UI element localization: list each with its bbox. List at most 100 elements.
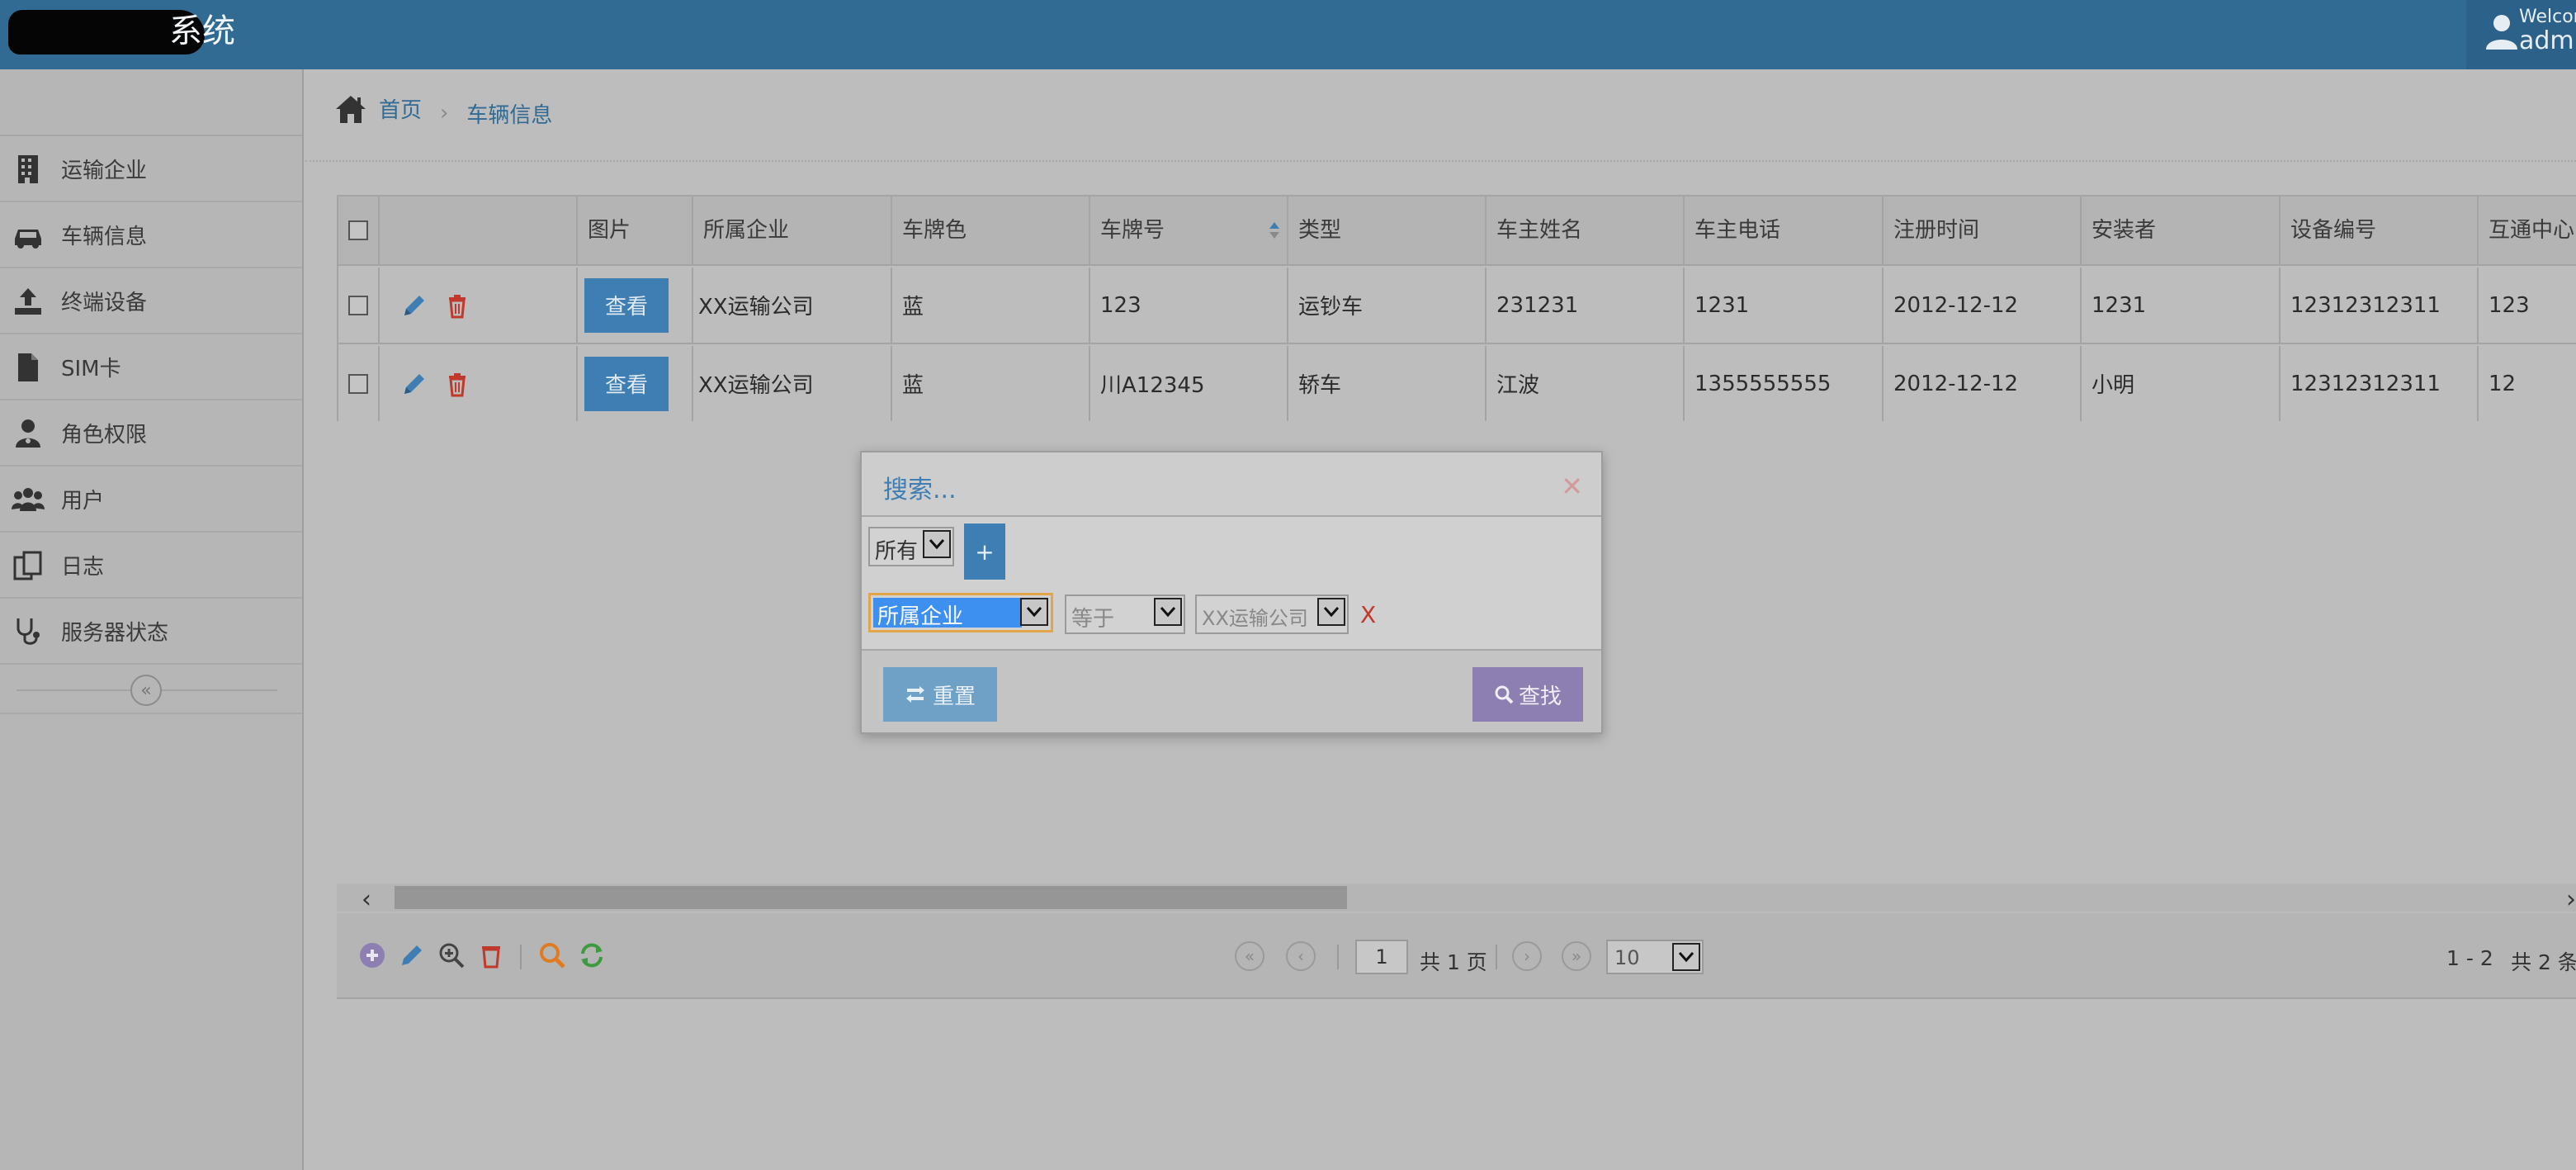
chevron-down-icon	[1154, 598, 1182, 626]
table-row[interactable]: 查看 XX运输公司 蓝 123 运钞车 231231 1231 2012-12-…	[338, 268, 2576, 344]
cell-company: XX运输公司	[693, 268, 892, 343]
column-header[interactable]: 车主电话	[1685, 197, 1884, 264]
cell-owner-phone: 1355555555	[1685, 346, 1884, 421]
row-checkbox[interactable]	[348, 295, 368, 315]
cell-type: 运钞车	[1288, 268, 1487, 343]
refresh-icon[interactable]	[578, 941, 606, 969]
operator-value: 等于	[1071, 607, 1115, 632]
home-icon[interactable]	[334, 93, 367, 126]
cell-owner-name: 江波	[1487, 346, 1685, 421]
sidebar-collapse-row: «	[0, 665, 302, 714]
sidebar-item-terminal-device[interactable]: 终端设备	[0, 268, 302, 334]
user-doctor-icon	[16, 419, 40, 448]
add-rule-button[interactable]: +	[964, 523, 1005, 580]
group-operator-select[interactable]: 所有	[868, 527, 954, 566]
find-label: 查找	[1518, 684, 1562, 709]
scroll-left-icon[interactable]: ‹	[362, 885, 371, 914]
remove-rule-button[interactable]: X	[1360, 601, 1376, 628]
group-operator-value: 所有	[875, 539, 919, 564]
field-value: 所属企业	[877, 604, 964, 629]
sidebar-item-label: 服务器状态	[61, 620, 169, 646]
edit-pencil-icon[interactable]	[401, 292, 428, 319]
column-header[interactable]: 设备编号	[2281, 197, 2479, 264]
cell-company: XX运输公司	[693, 346, 892, 421]
delete-trash-icon[interactable]	[444, 371, 470, 397]
reset-button[interactable]: 重置	[883, 667, 997, 722]
field-select[interactable]: 所属企业	[868, 593, 1053, 632]
close-icon[interactable]: ✕	[1561, 471, 1583, 502]
divider	[305, 160, 2576, 162]
upload-icon	[15, 288, 41, 315]
sidebar-item-users[interactable]: 用户	[0, 467, 302, 533]
table-row[interactable]: 查看 XX运输公司 蓝 川A12345 轿车 江波 1355555555 201…	[338, 346, 2576, 421]
sidebar-item-role-permission[interactable]: 角色权限	[0, 400, 302, 467]
row-checkbox[interactable]	[348, 373, 368, 394]
cell-installer: 小明	[2082, 346, 2281, 421]
column-header[interactable]: 安装者	[2082, 197, 2281, 264]
find-button[interactable]: 查找	[1472, 667, 1583, 722]
sidebar-item-transport-company[interactable]: 运输企业	[0, 136, 302, 202]
column-header[interactable]: 图片	[578, 197, 693, 264]
breadcrumb-home-link[interactable]: 首页	[379, 93, 422, 124]
delete-trash-icon[interactable]	[444, 292, 470, 319]
dialog-header: 搜索... ✕	[862, 452, 1601, 517]
scroll-right-icon[interactable]: ›	[2566, 885, 2576, 914]
breadcrumb: 首页 › 车辆信息	[334, 89, 552, 130]
cell-center: 123	[2479, 268, 2576, 343]
chevron-down-icon	[1317, 598, 1345, 626]
top-navbar: 系统 Welcome admin	[0, 0, 2576, 69]
page-size-select[interactable]: 10	[1606, 940, 1704, 974]
view-picture-button[interactable]: 查看	[584, 277, 669, 333]
search-icon[interactable]	[538, 941, 566, 969]
row-select-cell	[338, 346, 380, 421]
sidebar-item-log[interactable]: 日志	[0, 533, 302, 599]
sidebar-item-vehicle-info[interactable]: 车辆信息	[0, 202, 302, 268]
column-header[interactable]: 互通中心	[2479, 197, 2576, 264]
user-name: admin	[2519, 26, 2576, 55]
column-header[interactable]: 车主姓名	[1487, 197, 1685, 264]
page-size-value: 10	[1614, 946, 1640, 969]
stethoscope-icon	[17, 618, 40, 645]
sidebar-header	[0, 69, 302, 136]
column-header-sorted[interactable]: 车牌号	[1090, 197, 1288, 264]
view-picture-button[interactable]: 查看	[584, 356, 669, 411]
operator-select[interactable]: 等于	[1065, 594, 1185, 634]
user-menu[interactable]: Welcome admin	[2466, 0, 2576, 69]
actions-header	[380, 197, 578, 264]
picture-cell: 查看	[578, 268, 693, 343]
column-header[interactable]: 注册时间	[1884, 197, 2082, 264]
edit-pencil-icon[interactable]	[398, 941, 426, 969]
select-all-checkbox[interactable]	[348, 220, 368, 240]
chevron-down-icon	[1672, 943, 1700, 971]
building-icon	[18, 155, 38, 183]
add-icon[interactable]	[358, 941, 386, 969]
dialog-title: 搜索...	[883, 476, 957, 504]
column-header[interactable]: 类型	[1288, 197, 1487, 264]
user-icon	[2486, 15, 2517, 50]
cell-register-time: 2012-12-12	[1884, 268, 2082, 343]
sort-icon	[1269, 222, 1279, 239]
chevron-down-icon	[1020, 598, 1048, 626]
cell-type: 轿车	[1288, 346, 1487, 421]
vehicle-table: 图片 所属企业 车牌色 车牌号 类型 车主姓名 车主电话 注册时间 安装者 设备…	[337, 195, 2576, 421]
cell-register-time: 2012-12-12	[1884, 346, 2082, 421]
column-header[interactable]: 车牌色	[892, 197, 1090, 264]
record-range-text: 1 - 2	[2446, 946, 2493, 970]
sidebar-item-sim-card[interactable]: SIM卡	[0, 334, 302, 400]
zoom-in-icon[interactable]	[437, 941, 466, 969]
sidebar-item-label: SIM卡	[61, 356, 121, 381]
value-value: XX运输公司	[1202, 607, 1308, 630]
sidebar-item-label: 运输企业	[61, 158, 148, 183]
edit-pencil-icon[interactable]	[401, 371, 428, 397]
cell-owner-phone: 1231	[1685, 268, 1884, 343]
picture-cell: 查看	[578, 346, 693, 421]
total-records-text: 共 2 条	[2511, 950, 2576, 974]
column-header[interactable]: 所属企业	[693, 197, 892, 264]
collapse-sidebar-icon[interactable]: «	[130, 675, 162, 706]
search-conditions: 所有 + 所属企业 等于 XX运输公司 X	[862, 519, 1601, 1100]
sidebar-item-label: 用户	[61, 488, 105, 514]
row-actions	[380, 346, 578, 421]
sidebar-item-server-status[interactable]: 服务器状态	[0, 599, 302, 665]
delete-trash-icon[interactable]	[477, 941, 505, 969]
value-select[interactable]: XX运输公司	[1195, 594, 1349, 634]
